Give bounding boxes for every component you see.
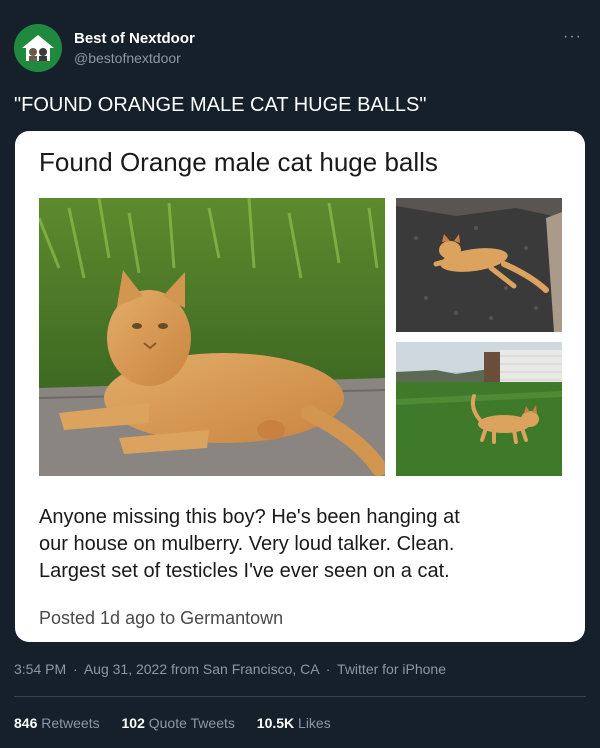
house-logo-icon <box>14 24 62 72</box>
tweet-text: "FOUND ORANGE MALE CAT HUGE BALLS" <box>14 94 427 116</box>
separator: · <box>325 661 331 677</box>
avatar[interactable] <box>14 24 62 72</box>
tweet-metadata: 3:54 PM · Aug 31, 2022 from San Francisc… <box>14 660 446 678</box>
photo-cat-on-gravel <box>396 198 562 332</box>
nextdoor-post-image[interactable]: Found Orange male cat huge balls Anyone … <box>15 131 585 642</box>
post-footer: Posted 1d ago to Germantown <box>39 608 284 628</box>
quote-tweets-count: 102 <box>121 715 145 731</box>
author-names: Best of Nextdoor @bestofnextdoor <box>74 30 195 67</box>
tweet-header: Best of Nextdoor @bestofnextdoor ··· <box>14 24 586 76</box>
divider <box>14 696 586 697</box>
separator: · <box>73 661 78 677</box>
tweet-date[interactable]: Aug 31, 2022 <box>84 661 167 677</box>
likes-label: Likes <box>298 715 331 731</box>
retweets-stat[interactable]: 846 Retweets <box>14 714 100 732</box>
photo-cat-in-yard <box>396 342 562 476</box>
post-body-line: our house on mulberry. Very loud talker.… <box>39 533 455 555</box>
quote-tweets-stat[interactable]: 102 Quote Tweets <box>122 714 235 732</box>
post-body-line: Anyone missing this boy? He's been hangi… <box>39 506 460 528</box>
post-title: Found Orange male cat huge balls <box>39 147 438 177</box>
post-body: Anyone missing this boy? He's been hangi… <box>39 504 569 585</box>
tweet-location[interactable]: from San Francisco, CA <box>171 661 319 677</box>
photo-cat-lying-on-grass <box>39 198 385 476</box>
likes-count: 10.5K <box>256 715 295 731</box>
more-options-icon[interactable]: ··· <box>563 28 582 46</box>
tweet-stats: 846 Retweets 102 Quote Tweets 10.5K Like… <box>14 714 349 732</box>
retweets-count: 846 <box>14 715 38 731</box>
tweet-time[interactable]: 3:54 PM <box>14 661 66 677</box>
handle[interactable]: @bestofnextdoor <box>74 49 195 67</box>
quote-tweets-label: Quote Tweets <box>148 715 235 731</box>
likes-stat[interactable]: 10.5K Likes <box>257 714 331 732</box>
post-body-line: Largest set of testicles I've ever seen … <box>39 560 450 582</box>
display-name[interactable]: Best of Nextdoor <box>74 30 195 48</box>
tweet-source[interactable]: Twitter for iPhone <box>337 661 446 677</box>
retweets-label: Retweets <box>41 715 100 731</box>
